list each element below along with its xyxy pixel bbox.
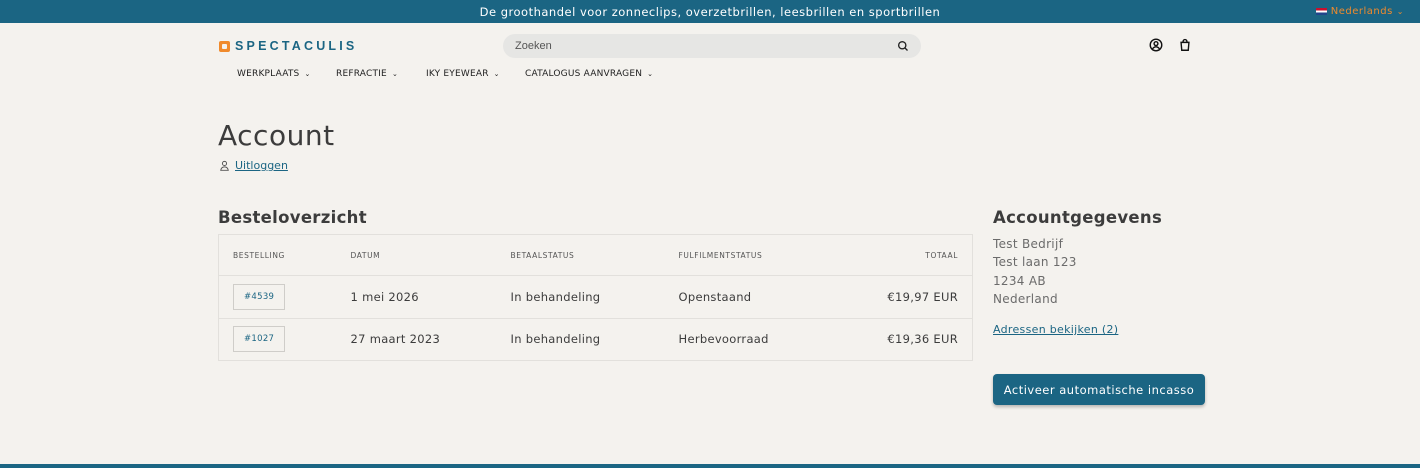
account-street: Test laan 123 [993,255,1077,270]
table-row: #4539 1 mei 2026 In behandeling Openstaa… [218,275,973,319]
footer-bar [0,464,1420,468]
language-label: Nederlands [1330,6,1393,17]
chevron-down-icon: ⌄ [304,70,311,78]
nav-item-label: WERKPLAATS [237,69,300,79]
column-header-date: DATUM [336,234,497,276]
column-header-fulfillment-status: FULFILMENTSTATUS [664,234,835,276]
view-addresses-link[interactable]: Adressen bekijken (2) [993,323,1118,336]
page-title: Account [218,119,335,152]
table-row: #1027 27 maart 2023 In behandeling Herbe… [219,318,973,361]
logout-link[interactable]: Uitloggen [235,159,288,172]
logo-mark-icon [219,40,230,52]
orders-table: BESTELLING DATUM BETAALSTATUS FULFILMENT… [218,234,973,361]
cart-icon[interactable] [1178,38,1192,52]
chevron-down-icon: ⌄ [493,70,500,78]
column-header-total: TOTAAL [834,234,973,276]
search-icon[interactable] [897,40,909,52]
nav-item-werkplaats[interactable]: WERKPLAATS ⌄ [237,69,336,79]
netherlands-flag-icon [1315,8,1327,15]
site-logo[interactable]: SPECTACULIS [219,39,357,53]
account-postcode: 1234 AB [993,273,1046,288]
account-icon[interactable] [1149,38,1163,52]
main-navigation: WERKPLAATS ⌄ REFRACTIE ⌄ IKY EYEWEAR ⌄ C… [237,69,653,79]
order-date: 1 mei 2026 [336,275,497,319]
activate-direct-debit-button[interactable]: Activeer automatische incasso [993,374,1205,405]
search-bar[interactable] [503,34,921,58]
logo-text: SPECTACULIS [235,39,358,53]
chevron-down-icon: ⌄ [1396,7,1404,16]
chevron-down-icon: ⌄ [647,70,654,78]
order-date: 27 maart 2023 [350,332,441,347]
chevron-down-icon: ⌄ [391,70,399,78]
nav-item-label: CATALOGUS AANVRAGEN [525,69,643,79]
column-header-payment-status: BETAALSTATUS [496,234,665,276]
fulfillment-status: Openstaand [664,275,835,319]
fulfillment-status: Herbevoorraad [678,332,769,347]
language-selector[interactable]: Nederlands ⌄ [1315,0,1404,23]
order-total: €19,97 EUR [834,275,973,319]
nav-item-label: REFRACTIE [336,69,387,79]
order-total: €19,36 EUR [887,332,958,347]
announcement-text: De groothandel voor zonneclips, overzetb… [479,4,941,19]
account-address: Test Bedrijf Test laan 123 1234 AB Neder… [993,235,1077,308]
payment-status: In behandeling [496,275,665,319]
logout-row: Uitloggen [219,159,288,172]
payment-status: In behandeling [510,332,601,347]
nav-item-label: IKY EYEWEAR [426,69,489,79]
table-header-row: BESTELLING DATUM BETAALSTATUS FULFILMENT… [218,234,973,276]
nav-item-catalogus-aanvragen[interactable]: CATALOGUS AANVRAGEN ⌄ [525,69,653,79]
nav-item-iky-eyewear[interactable]: IKY EYEWEAR ⌄ [426,69,525,79]
announcement-bar: De groothandel voor zonneclips, overzetb… [0,0,1420,23]
orders-title: Besteloverzicht [218,208,367,227]
account-country: Nederland [993,291,1058,306]
column-header-order: BESTELLING [218,234,337,276]
nav-item-refractie[interactable]: REFRACTIE ⌄ [336,69,426,79]
header-actions [1149,38,1192,52]
site-header: SPECTACULIS [0,23,1420,67]
order-link[interactable]: #4539 [233,283,286,310]
user-icon [220,160,229,171]
order-link[interactable]: #1027 [233,326,286,353]
search-input[interactable] [515,40,897,52]
account-company: Test Bedrijf [993,237,1064,251]
account-details-title: Accountgegevens [993,208,1163,227]
